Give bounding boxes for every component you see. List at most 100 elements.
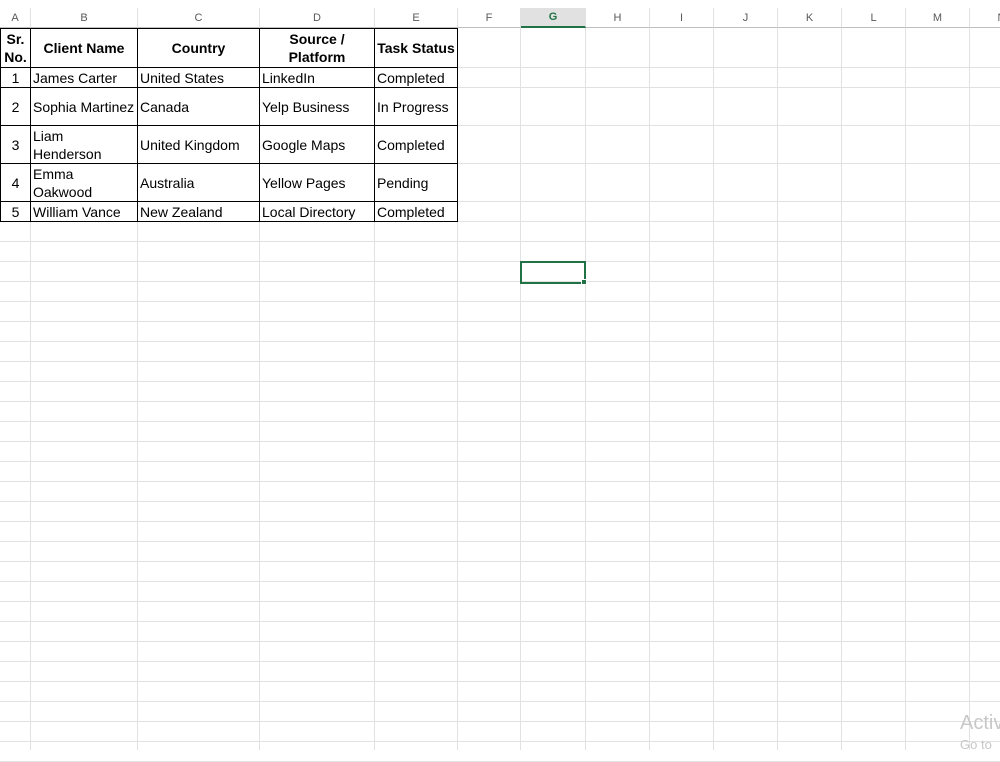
header-task-status[interactable]: Task Status <box>375 28 458 68</box>
cell-client-name[interactable]: William Vance <box>31 202 138 222</box>
cell-sr-no[interactable]: 2 <box>0 88 31 126</box>
gridline-horizontal <box>0 601 1000 602</box>
gridline-horizontal <box>0 241 1000 242</box>
cell-text: United Kingdom <box>140 136 240 153</box>
cell-task-status[interactable]: Pending <box>375 164 458 202</box>
cell-text: 5 <box>11 203 20 220</box>
gridline-horizontal <box>0 621 1000 622</box>
cell-text: Sophia Martinez <box>33 98 135 115</box>
cell-text: New Zealand <box>140 203 223 220</box>
gridline-horizontal <box>0 421 1000 422</box>
gridline-horizontal <box>0 281 1000 282</box>
cell-task-status[interactable]: Completed <box>375 68 458 88</box>
cell-sr-no[interactable]: 1 <box>0 68 31 88</box>
cell-text: 1 <box>11 69 20 86</box>
cell-text: Source / Platform <box>288 31 346 65</box>
cell-client-name[interactable]: James Carter <box>31 68 138 88</box>
cell-text: Yellow Pages <box>262 174 346 191</box>
column-header-f[interactable]: F <box>458 8 521 28</box>
column-header-a[interactable]: A <box>0 8 31 28</box>
cell-text: 3 <box>11 136 20 153</box>
fill-handle[interactable] <box>581 279 587 285</box>
gridline-horizontal <box>0 521 1000 522</box>
gridline-horizontal <box>0 441 1000 442</box>
cell-text: William Vance <box>33 203 121 220</box>
cell-task-status[interactable]: Completed <box>375 202 458 222</box>
column-header-d[interactable]: D <box>260 8 375 28</box>
column-header-m[interactable]: M <box>906 8 970 28</box>
header-country[interactable]: Country <box>138 28 260 68</box>
cell-source-platform[interactable]: Google Maps <box>260 126 375 164</box>
cell-task-status[interactable]: Completed <box>375 126 458 164</box>
cell-text: Completed <box>377 69 445 86</box>
gridline-horizontal <box>0 741 1000 742</box>
gridline-horizontal <box>0 661 1000 662</box>
cell-source-platform[interactable]: Yellow Pages <box>260 164 375 202</box>
cell-client-name[interactable]: Liam Henderson <box>31 126 138 164</box>
cell-text: Client Name <box>43 40 125 56</box>
gridline-horizontal <box>0 501 1000 502</box>
gridline-horizontal <box>0 561 1000 562</box>
cell-sr-no[interactable]: 3 <box>0 126 31 164</box>
cell-country[interactable]: New Zealand <box>138 202 260 222</box>
selected-cell-g13[interactable] <box>520 261 586 284</box>
cell-text: Completed <box>377 203 445 220</box>
gridline-horizontal <box>0 341 1000 342</box>
column-header-k[interactable]: K <box>778 8 842 28</box>
cell-country[interactable]: Canada <box>138 88 260 126</box>
gridline-horizontal <box>0 701 1000 702</box>
cell-text: Emma Oakwood <box>33 165 93 200</box>
cell-text: Google Maps <box>262 136 346 153</box>
column-header-e[interactable]: E <box>375 8 458 28</box>
cell-text: Sr. No. <box>4 31 27 65</box>
column-header-c[interactable]: C <box>138 8 260 28</box>
activation-watermark: Activ <box>960 712 1000 734</box>
cell-source-platform[interactable]: Local Directory <box>260 202 375 222</box>
cell-client-name[interactable]: Emma Oakwood <box>31 164 138 202</box>
cell-text: Local Directory <box>262 203 356 220</box>
gridline-horizontal <box>0 581 1000 582</box>
cell-text: United States <box>140 69 225 86</box>
gridline-horizontal <box>0 301 1000 302</box>
cell-country[interactable]: Australia <box>138 164 260 202</box>
cell-text: Canada <box>140 98 190 115</box>
column-header-b[interactable]: B <box>31 8 138 28</box>
column-header-i[interactable]: I <box>650 8 714 28</box>
cell-source-platform[interactable]: LinkedIn <box>260 68 375 88</box>
cell-text: Pending <box>377 174 429 191</box>
gridline-horizontal <box>0 261 1000 262</box>
cell-text: Liam Henderson <box>33 127 102 162</box>
column-header-h[interactable]: H <box>586 8 650 28</box>
cell-text: In Progress <box>377 98 449 115</box>
gridline-horizontal <box>0 461 1000 462</box>
column-header-l[interactable]: L <box>842 8 906 28</box>
gridline-horizontal <box>0 321 1000 322</box>
gridline-horizontal <box>0 381 1000 382</box>
column-header-g[interactable]: G <box>521 8 586 28</box>
gridline-horizontal <box>0 541 1000 542</box>
gridline-horizontal <box>0 401 1000 402</box>
cell-country[interactable]: United Kingdom <box>138 126 260 164</box>
cell-client-name[interactable]: Sophia Martinez <box>31 88 138 126</box>
cell-text: LinkedIn <box>262 69 315 86</box>
gridline-horizontal <box>0 681 1000 682</box>
header-sr-no[interactable]: Sr. No. <box>0 28 31 68</box>
gridline-horizontal <box>0 721 1000 722</box>
cell-task-status[interactable]: In Progress <box>375 88 458 126</box>
cell-source-platform[interactable]: Yelp Business <box>260 88 375 126</box>
cell-sr-no[interactable]: 5 <box>0 202 31 222</box>
gridline-horizontal <box>0 361 1000 362</box>
cell-text: 4 <box>11 174 20 191</box>
gridline-horizontal <box>0 641 1000 642</box>
cell-text: James Carter <box>33 69 118 86</box>
cell-text: Completed <box>377 136 445 153</box>
column-header-j[interactable]: J <box>714 8 778 28</box>
cell-country[interactable]: United States <box>138 68 260 88</box>
cell-sr-no[interactable]: 4 <box>0 164 31 202</box>
cell-text: Country <box>171 40 226 56</box>
gridline-horizontal <box>0 481 1000 482</box>
header-client-name[interactable]: Client Name <box>31 28 138 68</box>
column-header-n[interactable]: N <box>970 8 1000 28</box>
header-source-platform[interactable]: Source / Platform <box>260 28 375 68</box>
cell-text: Australia <box>140 174 195 191</box>
